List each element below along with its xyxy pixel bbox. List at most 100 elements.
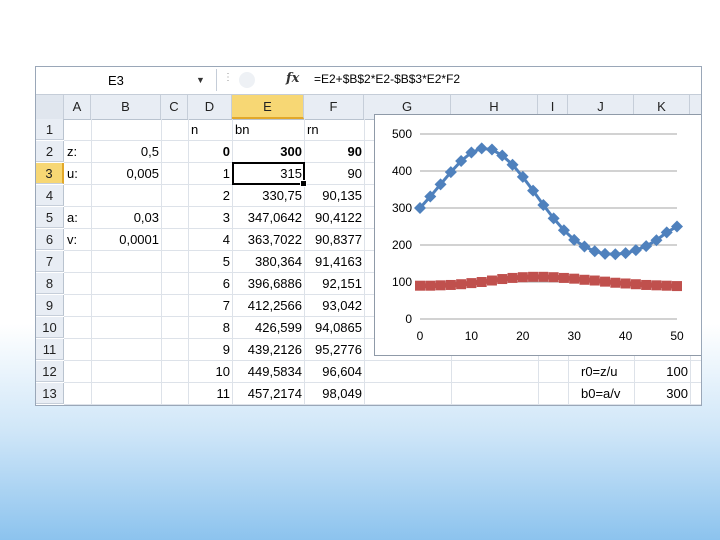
cell-f3[interactable]: 90 (304, 163, 364, 184)
cell-f9[interactable]: 93,042 (304, 295, 364, 316)
cell-f5[interactable]: 90,4122 (304, 207, 364, 228)
row-header-5[interactable]: 5 (36, 207, 64, 228)
cell-d5[interactable]: 3 (188, 207, 232, 228)
column-header-b[interactable]: B (91, 95, 161, 119)
cell-d10[interactable]: 8 (188, 317, 232, 338)
cell-a6[interactable]: v: (64, 229, 91, 250)
series-2-marker (558, 272, 569, 283)
cell-d9[interactable]: 7 (188, 295, 232, 316)
grid-line (64, 404, 701, 405)
cell-f10[interactable]: 94,0865 (304, 317, 364, 338)
row-header-6[interactable]: 6 (36, 229, 64, 250)
grip-icon[interactable]: ⋮ (223, 72, 233, 88)
series-2-marker (445, 279, 456, 290)
series-1-marker (485, 143, 498, 156)
cell-e11[interactable]: 439,2126 (232, 339, 304, 360)
series-2-marker (630, 279, 641, 290)
cell-e5[interactable]: 347,0642 (232, 207, 304, 228)
y-tick-label: 300 (392, 201, 412, 215)
row-header-4[interactable]: 4 (36, 185, 64, 206)
cell-d1[interactable]: n (188, 119, 232, 140)
row-header-9[interactable]: 9 (36, 295, 64, 316)
row-header-2[interactable]: 2 (36, 141, 64, 162)
cell-d6[interactable]: 4 (188, 229, 232, 250)
line-chart[interactable]: 0 100 200 300 400 500 0 10 20 30 40 50 (374, 114, 701, 356)
row-header-11[interactable]: 11 (36, 339, 64, 360)
series-2-marker (528, 271, 539, 282)
row-header-3[interactable]: 3 (36, 163, 64, 184)
cell-e8[interactable]: 396,6886 (232, 273, 304, 294)
fill-handle[interactable] (300, 180, 307, 187)
cell-b2[interactable]: 0,5 (91, 141, 161, 162)
cell-k12[interactable]: 100 (634, 361, 690, 382)
x-tick-label: 50 (670, 329, 684, 343)
cell-e13[interactable]: 457,2174 (232, 383, 304, 404)
series-2-marker (672, 281, 682, 292)
chevron-down-icon[interactable]: ▼ (196, 75, 205, 85)
cell-j12[interactable]: r0=z/u (578, 361, 636, 382)
row-header-1[interactable]: 1 (36, 119, 64, 140)
cell-f1[interactable]: rn (304, 119, 364, 140)
cell-f8[interactable]: 92,151 (304, 273, 364, 294)
series-1-marker (671, 220, 683, 233)
cell-e9[interactable]: 412,2566 (232, 295, 304, 316)
cell-f4[interactable]: 90,135 (304, 185, 364, 206)
cell-a3[interactable]: u: (64, 163, 91, 184)
cell-b5[interactable]: 0,03 (91, 207, 161, 228)
active-cell-selection (232, 162, 307, 187)
cell-d8[interactable]: 6 (188, 273, 232, 294)
cell-b3[interactable]: 0,005 (91, 163, 161, 184)
column-header-f[interactable]: F (304, 95, 364, 119)
cell-j13[interactable]: b0=a/v (578, 383, 636, 404)
cell-e1[interactable]: bn (232, 119, 304, 140)
cancel-icon[interactable] (239, 72, 255, 88)
series-2-marker (661, 280, 672, 291)
row-header-8[interactable]: 8 (36, 273, 64, 294)
row-header-13[interactable]: 13 (36, 383, 64, 404)
insert-function-button[interactable]: fx (286, 71, 299, 86)
cell-d2[interactable]: 0 (188, 141, 232, 162)
cell-f13[interactable]: 98,049 (304, 383, 364, 404)
row-header-10[interactable]: 10 (36, 317, 64, 338)
cell-f11[interactable]: 95,2776 (304, 339, 364, 360)
cell-f7[interactable]: 91,4163 (304, 251, 364, 272)
series-2-marker (507, 272, 518, 283)
cell-e2[interactable]: 300 (232, 141, 304, 162)
cell-b6[interactable]: 0,0001 (91, 229, 161, 250)
select-all-corner[interactable] (36, 95, 64, 119)
cell-f12[interactable]: 96,604 (304, 361, 364, 382)
cell-f2[interactable]: 90 (304, 141, 364, 162)
cell-e4[interactable]: 330,75 (232, 185, 304, 206)
cell-k13[interactable]: 300 (634, 383, 690, 404)
cell-f6[interactable]: 90,8377 (304, 229, 364, 250)
cell-d12[interactable]: 10 (188, 361, 232, 382)
formula-input[interactable]: =E2+$B$2*E2-$B$3*E2*F2 (314, 72, 460, 86)
cell-a2[interactable]: z: (64, 141, 91, 162)
cell-e6[interactable]: 363,7022 (232, 229, 304, 250)
column-header-e[interactable]: E (232, 95, 304, 119)
x-tick-label: 0 (417, 329, 424, 343)
name-box[interactable]: E3 ▼ (36, 69, 217, 91)
series-2-marker (548, 272, 559, 283)
x-tick-label: 30 (568, 329, 582, 343)
cell-d13[interactable]: 11 (188, 383, 232, 404)
cell-d3[interactable]: 1 (188, 163, 232, 184)
cell-e10[interactable]: 426,599 (232, 317, 304, 338)
spreadsheet-window: E3 ▼ ⋮ fx =E2+$B$2*E2-$B$3*E2*F2 A B C D… (35, 66, 702, 406)
y-tick-label: 0 (405, 312, 412, 326)
row-header-12[interactable]: 12 (36, 361, 64, 382)
column-header-c[interactable]: C (161, 95, 188, 119)
series-2-marker (579, 274, 590, 285)
cell-e7[interactable]: 380,364 (232, 251, 304, 272)
row-header-7[interactable]: 7 (36, 251, 64, 272)
cell-d11[interactable]: 9 (188, 339, 232, 360)
column-header-a[interactable]: A (64, 95, 91, 119)
cell-d7[interactable]: 5 (188, 251, 232, 272)
cell-d4[interactable]: 2 (188, 185, 232, 206)
series-2-marker (517, 272, 528, 283)
series-2-marker (415, 280, 425, 291)
column-header-d[interactable]: D (188, 95, 232, 119)
cell-a5[interactable]: a: (64, 207, 91, 228)
cell-e12[interactable]: 449,5834 (232, 361, 304, 382)
series-1-marker (629, 244, 642, 257)
